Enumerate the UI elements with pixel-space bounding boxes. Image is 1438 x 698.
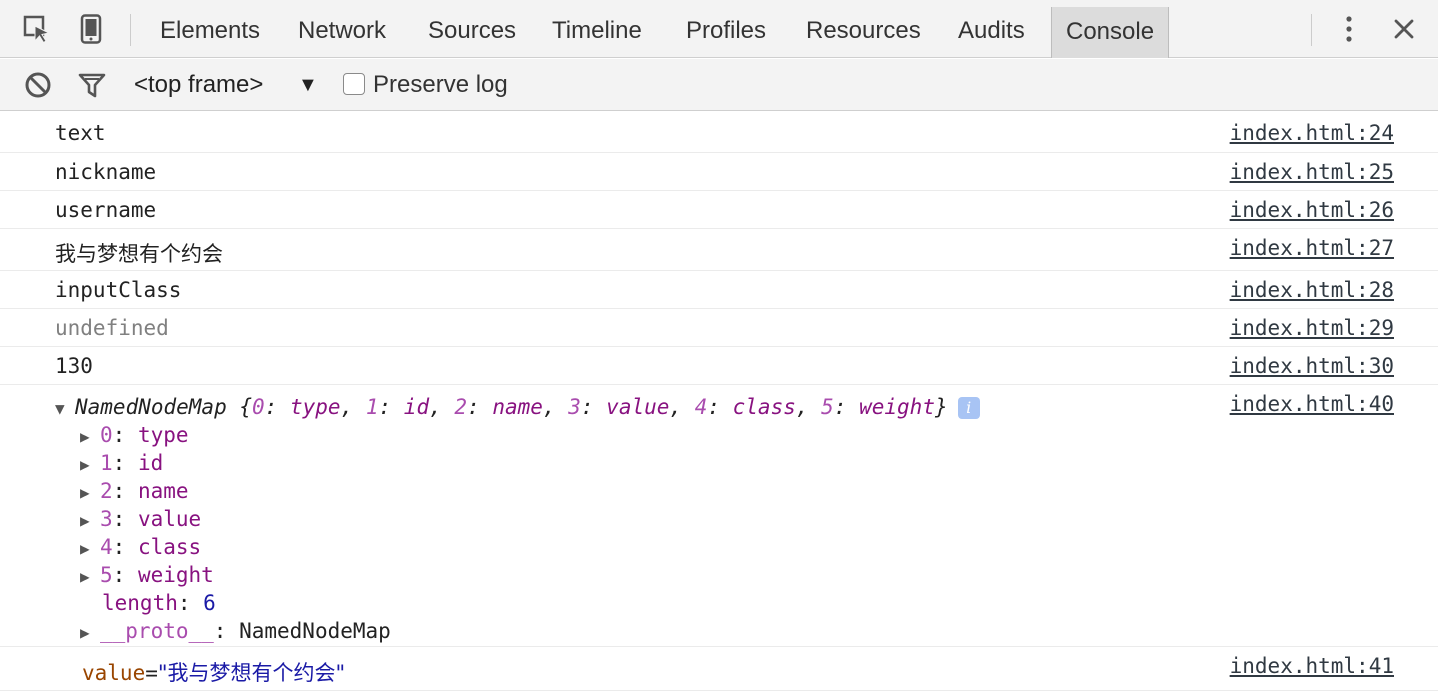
property-value: name bbox=[137, 479, 189, 503]
collapsed-triangle-icon[interactable]: ▶ bbox=[80, 619, 100, 647]
property-key: __proto__ bbox=[100, 619, 214, 643]
message-source-link[interactable]: index.html:28 bbox=[1230, 278, 1394, 302]
message-text: 我与梦想有个约会 bbox=[55, 242, 223, 266]
collapsed-triangle-icon[interactable]: ▶ bbox=[80, 451, 100, 479]
preview-value: id bbox=[403, 395, 430, 419]
more-options-icon[interactable] bbox=[1332, 12, 1366, 46]
property-value: weight bbox=[137, 563, 214, 587]
preview-value: weight bbox=[859, 395, 935, 419]
property-row[interactable]: ▶ 3: value bbox=[80, 505, 201, 535]
attribute-name: value bbox=[82, 661, 146, 685]
inspect-element-icon[interactable] bbox=[20, 12, 54, 46]
preview-key: 1 bbox=[365, 395, 379, 419]
tab-resources[interactable]: Resources bbox=[806, 4, 921, 58]
property-key: 3 bbox=[100, 507, 113, 531]
console-message: 我与梦想有个约会 index.html:27 bbox=[0, 229, 1438, 271]
preserve-log-checkbox[interactable] bbox=[343, 73, 365, 95]
filter-icon[interactable] bbox=[76, 69, 108, 101]
clear-console-icon[interactable] bbox=[22, 69, 54, 101]
console-message: nickname index.html:25 bbox=[0, 153, 1438, 191]
message-text: username bbox=[55, 198, 157, 222]
property-key: 1 bbox=[100, 451, 113, 475]
tab-audits[interactable]: Audits bbox=[958, 4, 1025, 58]
property-value: NamedNodeMap bbox=[239, 619, 391, 643]
preview-key: 0 bbox=[252, 395, 265, 419]
collapsed-triangle-icon[interactable]: ▶ bbox=[80, 479, 100, 507]
console-message: text index.html:24 bbox=[0, 112, 1438, 153]
preserve-log-label[interactable]: Preserve log bbox=[373, 69, 508, 101]
property-key: 4 bbox=[100, 535, 113, 559]
collapsed-triangle-icon[interactable]: ▶ bbox=[80, 563, 100, 591]
tab-bar-separator bbox=[130, 14, 131, 46]
preview-value: name bbox=[492, 395, 543, 419]
message-text: undefined bbox=[55, 316, 169, 340]
property-key: length bbox=[102, 591, 178, 615]
property-row[interactable]: ▶ 1: id bbox=[80, 449, 163, 479]
message-text: inputClass bbox=[55, 278, 182, 302]
attribute-node[interactable]: value="我与梦想有个约会" bbox=[82, 657, 345, 687]
property-row[interactable]: ▶ 5: weight bbox=[80, 561, 214, 591]
property-value: 6 bbox=[203, 591, 216, 615]
preview-value: value bbox=[606, 395, 670, 419]
attribute-value: "我与梦想有个约会" bbox=[157, 661, 346, 685]
tab-profiles[interactable]: Profiles bbox=[686, 4, 766, 58]
message-source-link[interactable]: index.html:40 bbox=[1230, 392, 1394, 416]
tab-network[interactable]: Network bbox=[298, 4, 386, 58]
info-icon[interactable]: i bbox=[957, 397, 980, 419]
console-message: username index.html:26 bbox=[0, 191, 1438, 229]
preview-key: 5 bbox=[821, 395, 834, 419]
tab-sources[interactable]: Sources bbox=[428, 4, 516, 58]
tab-timeline[interactable]: Timeline bbox=[552, 4, 642, 58]
property-value: value bbox=[137, 507, 202, 531]
expanded-triangle-icon[interactable]: ▼ bbox=[55, 399, 75, 418]
collapsed-triangle-icon[interactable]: ▶ bbox=[80, 423, 100, 451]
preview-key: 4 bbox=[694, 395, 708, 419]
preview-key: 3 bbox=[568, 395, 581, 419]
message-text: text bbox=[55, 121, 106, 145]
property-row-length: length: 6 bbox=[102, 591, 216, 615]
message-source-link[interactable]: index.html:26 bbox=[1230, 198, 1394, 222]
message-source-link[interactable]: index.html:27 bbox=[1230, 236, 1394, 260]
preview-value: class bbox=[732, 395, 796, 419]
object-header[interactable]: ▼ NamedNodeMap {0: type, 1: id, 2: name, … bbox=[55, 395, 980, 419]
console-message: undefined index.html:29 bbox=[0, 309, 1438, 347]
console-message: 130 index.html:30 bbox=[0, 347, 1438, 385]
property-row[interactable]: ▶ 4: class bbox=[80, 533, 201, 563]
tab-bar-separator bbox=[1311, 14, 1312, 46]
property-row[interactable]: ▶ 0: type bbox=[80, 421, 189, 451]
message-source-link[interactable]: index.html:29 bbox=[1230, 316, 1394, 340]
tab-elements[interactable]: Elements bbox=[160, 4, 260, 58]
collapsed-triangle-icon[interactable]: ▶ bbox=[80, 507, 100, 535]
message-text: 130 bbox=[55, 354, 93, 378]
close-icon[interactable] bbox=[1387, 12, 1421, 46]
console-message: value="我与梦想有个约会" index.html:41 bbox=[0, 647, 1438, 691]
frame-selector-arrow-icon[interactable]: ▼ bbox=[298, 74, 318, 96]
frame-selector[interactable]: <top frame> bbox=[134, 69, 263, 101]
property-value: id bbox=[137, 451, 164, 475]
devtools-tab-bar: Elements Network Sources Timeline Profil… bbox=[0, 0, 1438, 58]
preview-key: 2 bbox=[454, 395, 468, 419]
preview-value: type bbox=[289, 395, 341, 419]
tab-console[interactable]: Console bbox=[1051, 7, 1170, 58]
object-class-name: NamedNodeMap bbox=[75, 395, 227, 419]
message-text: nickname bbox=[55, 160, 157, 184]
collapsed-triangle-icon[interactable]: ▶ bbox=[80, 535, 100, 563]
console-object-message: ▼ NamedNodeMap {0: type, 1: id, 2: name, … bbox=[0, 385, 1438, 647]
property-key: 5 bbox=[100, 563, 113, 587]
property-row-proto[interactable]: ▶ __proto__: NamedNodeMap bbox=[80, 617, 391, 647]
property-value: class bbox=[137, 535, 202, 559]
property-key: 0 bbox=[100, 423, 113, 447]
message-source-link[interactable]: index.html:24 bbox=[1230, 121, 1394, 145]
property-key: 2 bbox=[100, 479, 113, 503]
message-source-link[interactable]: index.html:25 bbox=[1230, 160, 1394, 184]
message-source-link[interactable]: index.html:41 bbox=[1230, 654, 1394, 678]
console-message: inputClass index.html:28 bbox=[0, 271, 1438, 309]
property-row[interactable]: ▶ 2: name bbox=[80, 477, 189, 507]
property-value: type bbox=[137, 423, 189, 447]
console-messages: text index.html:24 nickname index.html:2… bbox=[0, 112, 1438, 698]
console-toolbar: <top frame> ▼ Preserve log bbox=[0, 59, 1438, 111]
message-source-link[interactable]: index.html:30 bbox=[1230, 354, 1394, 378]
device-mode-icon[interactable] bbox=[74, 12, 108, 46]
